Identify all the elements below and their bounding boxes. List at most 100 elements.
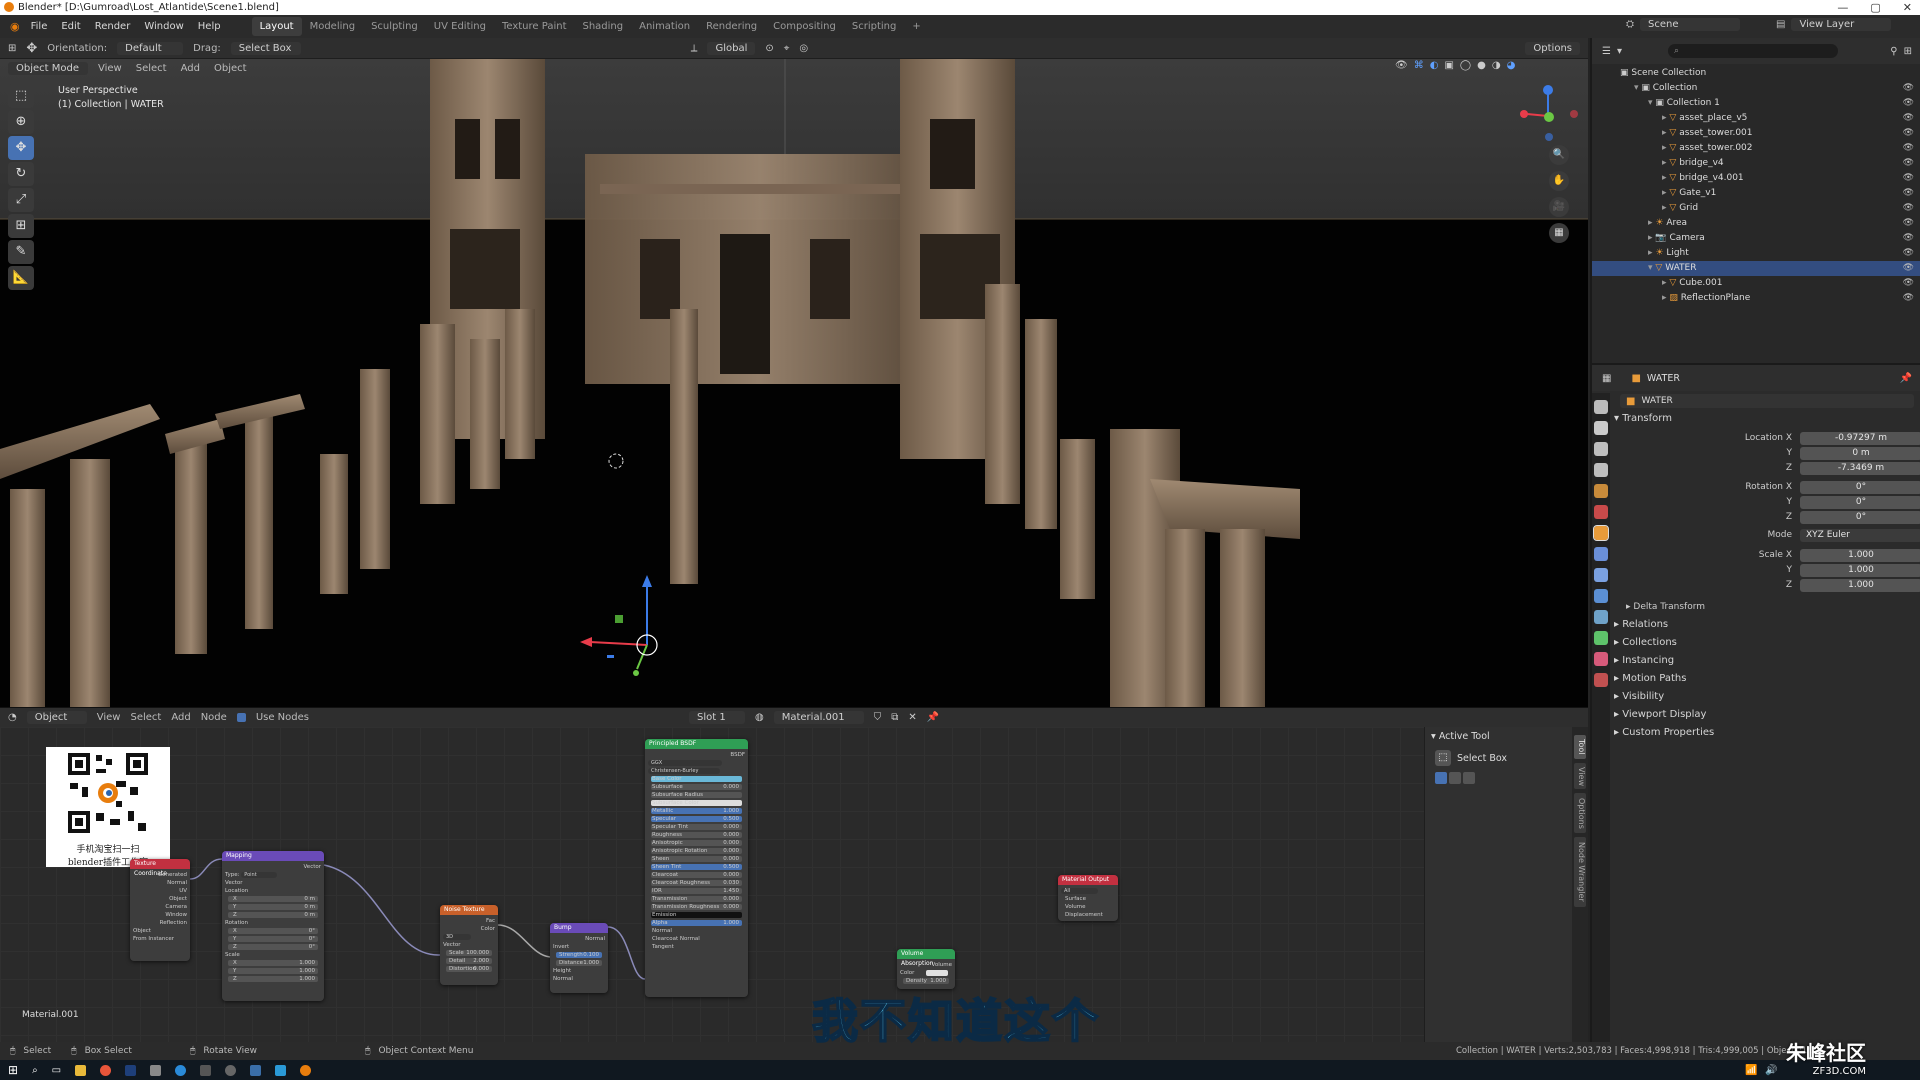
- obs-icon[interactable]: [225, 1064, 237, 1076]
- node-texture-coordinate[interactable]: Texture Coordinate Generated Normal UV O…: [130, 859, 190, 961]
- bsdf-input[interactable]: Sheen Tint 0.500: [648, 863, 745, 871]
- tab-texture-paint[interactable]: Texture Paint: [494, 17, 575, 36]
- fake-user-icon[interactable]: ⛉: [874, 712, 882, 723]
- rotation-x-field[interactable]: 0°: [1800, 481, 1920, 494]
- node-editor-type-icon[interactable]: ◔: [8, 712, 17, 723]
- bsdf-input-value[interactable]: 1.450: [723, 887, 739, 895]
- tab-modeling[interactable]: Modeling: [302, 17, 364, 36]
- select-mode-extend-icon[interactable]: [1449, 772, 1461, 784]
- visibility-eye-icon[interactable]: 👁: [1903, 96, 1914, 111]
- pin-icon[interactable]: 📌: [927, 712, 939, 723]
- detail-value[interactable]: 2.000: [473, 957, 489, 965]
- loc-z-value[interactable]: 0 m: [304, 911, 315, 919]
- gizmo-toggle-icon[interactable]: ⌘: [1414, 60, 1424, 71]
- bsdf-input-value[interactable]: 0.030: [723, 879, 739, 887]
- ortho-grid-icon[interactable]: ▦: [1549, 223, 1569, 243]
- bsdf-input-value[interactable]: 0.000: [723, 871, 739, 879]
- type-dropdown[interactable]: Point: [241, 872, 277, 878]
- outliner-item[interactable]: ▸ ▽ asset_tower.001 👁: [1592, 126, 1920, 141]
- outliner-item[interactable]: ▸ 📷 Camera 👁: [1592, 231, 1920, 246]
- bsdf-input[interactable]: Transmission 0.000: [648, 895, 745, 903]
- transform-tool-icon[interactable]: ⊞: [8, 214, 34, 238]
- rotation-z-field[interactable]: 0°: [1800, 511, 1920, 524]
- visibility-eye-icon[interactable]: 👁: [1903, 216, 1914, 231]
- tab-view-layer-icon[interactable]: [1594, 463, 1608, 477]
- tab-layout[interactable]: Layout: [251, 17, 302, 36]
- tab-uv-editing[interactable]: UV Editing: [426, 17, 494, 36]
- distribution-dropdown[interactable]: GGX: [648, 760, 723, 766]
- bsdf-input[interactable]: Subsurface 0.000: [648, 783, 745, 791]
- tab-scene-icon[interactable]: [1594, 484, 1608, 498]
- rotation-mode-dropdown[interactable]: XYZ Euler: [1800, 529, 1920, 542]
- camera-view-icon[interactable]: 🎥: [1549, 197, 1569, 217]
- panel-header-custom-properties[interactable]: ▸ Custom Properties: [1614, 725, 1714, 741]
- bsdf-input[interactable]: Anisotropic 0.000: [648, 839, 745, 847]
- strength-value[interactable]: 0.100: [583, 951, 599, 959]
- loc-y-value[interactable]: 0 m: [304, 903, 315, 911]
- bsdf-input[interactable]: Roughness 0.000: [648, 831, 745, 839]
- side-tab-node-wrangler[interactable]: Node Wrangler: [1574, 837, 1586, 907]
- zoom-icon[interactable]: 🔍: [1549, 145, 1569, 165]
- outliner-item[interactable]: ▸ ▨ ReflectionPlane 👁: [1592, 291, 1920, 306]
- tab-animation[interactable]: Animation: [631, 17, 698, 36]
- display-mode-icon[interactable]: ▾: [1617, 46, 1622, 57]
- bsdf-input[interactable]: Clearcoat 0.000: [648, 871, 745, 879]
- app2-icon[interactable]: [275, 1064, 287, 1076]
- menu-file[interactable]: File: [24, 15, 55, 38]
- select-mode-subtract-icon[interactable]: [1463, 772, 1475, 784]
- snap-icon[interactable]: ⌖: [784, 43, 790, 54]
- media-icon[interactable]: [200, 1064, 212, 1076]
- delta-transform-header[interactable]: ▸ Delta Transform: [1626, 601, 1826, 614]
- pivot-icon[interactable]: ⊙: [765, 43, 773, 54]
- scale-x-value[interactable]: 1.000: [299, 959, 315, 967]
- bsdf-input-value[interactable]: 0.000: [723, 847, 739, 855]
- view-layer-selector[interactable]: View Layer: [1791, 18, 1892, 31]
- outliner-scene-collection[interactable]: ▣ Scene Collection: [1592, 66, 1920, 81]
- bsdf-input[interactable]: Tangent: [648, 943, 745, 951]
- dimension-dropdown[interactable]: 3D: [443, 934, 472, 940]
- bsdf-input-value[interactable]: 0.000: [723, 903, 739, 911]
- viewport-3d[interactable]: [0, 59, 1588, 707]
- tab-particles-icon[interactable]: [1594, 568, 1608, 582]
- editor-type-icon[interactable]: ⊞: [8, 43, 16, 54]
- transform-space-dropdown[interactable]: Global: [707, 41, 756, 55]
- shading-solid-icon[interactable]: ●: [1477, 60, 1486, 71]
- node-volume-absorption[interactable]: Volume Absorption Volume Color Density 1.…: [897, 949, 955, 989]
- material-name-field[interactable]: Material.001: [773, 711, 864, 724]
- scene-icon[interactable]: ⛭: [1626, 19, 1634, 30]
- bsdf-input[interactable]: Base Color: [648, 775, 745, 783]
- visibility-eye-icon[interactable]: 👁: [1903, 111, 1914, 126]
- task-view-icon[interactable]: ▭: [52, 1065, 61, 1076]
- close-icon[interactable]: ✕: [1903, 0, 1912, 15]
- visibility-eye-icon[interactable]: 👁: [1903, 126, 1914, 141]
- outliner-item[interactable]: ▸ ☀ Area 👁: [1592, 216, 1920, 231]
- app-icon[interactable]: [150, 1064, 162, 1076]
- outliner-item[interactable]: ▾ ▣ Collection 👁: [1592, 81, 1920, 96]
- bsdf-input[interactable]: Clearcoat Roughness 0.030: [648, 879, 745, 887]
- tab-world-icon[interactable]: [1594, 505, 1608, 519]
- tab-shading[interactable]: Shading: [574, 17, 631, 36]
- location-z-field[interactable]: -7.3469 m: [1800, 462, 1920, 475]
- tab-tool-icon[interactable]: [1594, 400, 1608, 414]
- slot-dropdown[interactable]: Slot 1: [688, 711, 745, 724]
- tab-data-icon[interactable]: [1594, 631, 1608, 645]
- scale-y-value[interactable]: 1.000: [299, 967, 315, 975]
- visibility-eye-icon[interactable]: 👁: [1903, 171, 1914, 186]
- location-y-field[interactable]: 0 m: [1800, 447, 1920, 460]
- firefox-icon[interactable]: [100, 1064, 112, 1076]
- rotation-y-field[interactable]: 0°: [1800, 496, 1920, 509]
- transform-panel-header[interactable]: ▾ Transform: [1614, 411, 1672, 427]
- rot-y-value[interactable]: 0°: [309, 935, 315, 943]
- object-field[interactable]: Object: [133, 927, 187, 935]
- select-mode-new-icon[interactable]: [1435, 772, 1447, 784]
- panel-header-collections[interactable]: ▸ Collections: [1614, 635, 1677, 651]
- node-menu-node[interactable]: Node: [201, 712, 227, 723]
- bsdf-input-value[interactable]: 1.000: [723, 919, 739, 927]
- from-instancer-checkbox[interactable]: From Instancer: [133, 935, 187, 943]
- visibility-eye-icon[interactable]: 👁: [1903, 186, 1914, 201]
- duplicate-material-icon[interactable]: ⧉: [891, 712, 898, 723]
- orientation-dropdown[interactable]: Default: [117, 41, 184, 55]
- bsdf-input[interactable]: Subsurface Color: [648, 799, 745, 807]
- panel-header-viewport-display[interactable]: ▸ Viewport Display: [1614, 707, 1706, 723]
- sss-method-dropdown[interactable]: Christensen-Burley: [648, 768, 721, 774]
